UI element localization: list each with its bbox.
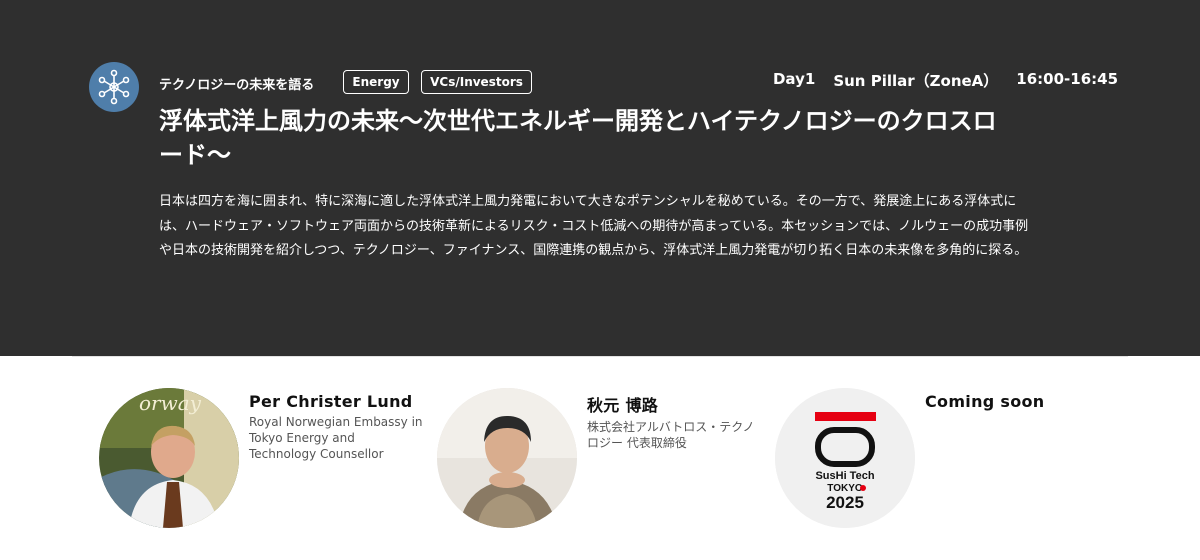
session-header: テクノロジーの未来を語る Energy VCs/Investors Day1 S… xyxy=(0,0,1200,356)
speaker-card[interactable]: 秋元 博路 株式会社アルバトロス・テクノロジー 代表取締役 xyxy=(437,388,755,528)
speaker-name: Coming soon xyxy=(925,392,1045,411)
tag-energy[interactable]: Energy xyxy=(343,70,409,94)
speaker-info: Coming soon xyxy=(925,392,1105,411)
session-time: 16:00-16:45 xyxy=(1016,70,1118,88)
session-day: Day1 xyxy=(772,70,816,88)
session-venue: Sun Pillar（ZoneA） xyxy=(833,72,999,90)
speaker-card[interactable]: SusHi Tech TOKYO 2025 Coming soon xyxy=(775,388,1044,528)
divider xyxy=(72,356,1128,357)
session-title: 浮体式洋上風力の未来〜次世代エネルギー開発とハイテクノロジーのクロスロ ード〜 xyxy=(159,104,1039,172)
session-schedule: Day1 Sun Pillar（ZoneA） 16:00-16:45 xyxy=(773,70,1118,91)
speaker-card[interactable]: orway Per Christer Lund Royal Norwegian … xyxy=(99,388,423,528)
session-title-line1: 浮体式洋上風力の未来〜次世代エネルギー開発とハイテクノロジーのクロスロ xyxy=(159,107,997,135)
tag-vcs-investors[interactable]: VCs/Investors xyxy=(421,70,532,94)
session-description: 日本は四方を海に囲まれ、特に深海に適した浮体式洋上風力発電において大きなポテンシ… xyxy=(159,194,1029,258)
logo-text-3: 2025 xyxy=(826,493,864,512)
speaker-name: Per Christer Lund xyxy=(249,392,413,411)
speaker-affiliation: Royal Norwegian Embassy in Tokyo Energy … xyxy=(249,415,423,461)
speaker-photo: orway xyxy=(99,388,239,528)
logo-text-1: SusHi Tech xyxy=(815,470,874,482)
photo-text: orway xyxy=(139,391,202,415)
speaker-photo xyxy=(437,388,577,528)
session-title-line2: ード〜 xyxy=(159,141,231,169)
session-category: テクノロジーの未来を語る xyxy=(159,78,315,93)
speaker-info: Per Christer Lund Royal Norwegian Embass… xyxy=(249,392,424,462)
event-logo: SusHi Tech TOKYO 2025 xyxy=(775,388,915,528)
speaker-info: 秋元 博路 株式会社アルバトロス・テクノロジー 代表取締役 xyxy=(587,392,765,451)
speaker-affiliation: 株式会社アルバトロス・テクノロジー 代表取締役 xyxy=(587,420,755,450)
logo-red-bar xyxy=(815,412,876,421)
speaker-name: 秋元 博路 xyxy=(587,396,659,415)
network-nodes-icon xyxy=(89,62,139,112)
